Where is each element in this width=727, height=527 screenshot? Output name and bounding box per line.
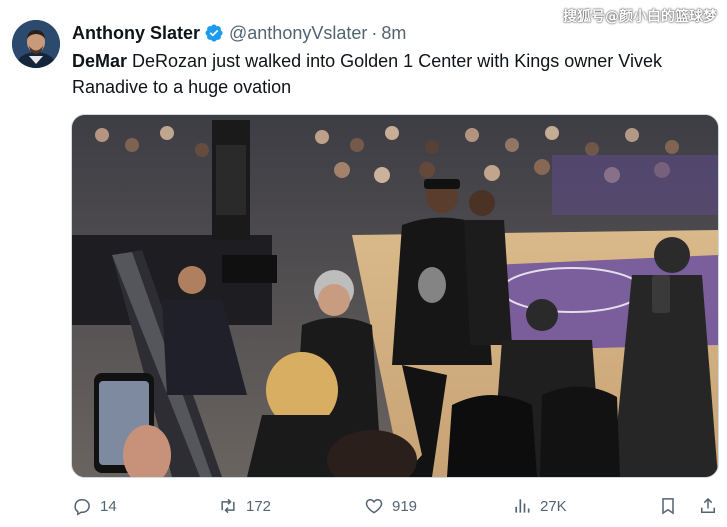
watermark: 搜狐号@颜小白的篮球梦 (563, 9, 717, 25)
tweet-media-image[interactable] (71, 114, 719, 478)
tweet-header: Anthony Slater @anthonyVslater · 8m (72, 21, 406, 45)
avatar-image (12, 20, 60, 68)
reply-button[interactable]: 14 (72, 492, 117, 520)
retweet-icon (221, 498, 235, 514)
avatar[interactable] (12, 20, 60, 68)
views-button[interactable]: 27K (512, 492, 567, 520)
retweet-button[interactable]: 172 (218, 492, 271, 520)
like-count: 919 (392, 497, 418, 515)
author-name[interactable]: Anthony Slater (72, 23, 200, 44)
retweet-count: 172 (246, 497, 272, 515)
tweet-text-bold: DeMar (72, 51, 128, 71)
heart-icon (365, 498, 383, 514)
reply-icon (74, 499, 90, 516)
views-icon (515, 499, 530, 513)
author-handle[interactable]: @anthonyVslater (229, 23, 367, 44)
verified-badge-icon (205, 24, 223, 42)
share-icon (701, 497, 715, 513)
tweet-actions-bar: 14 172 919 27K (72, 492, 720, 520)
view-count: 27K (540, 497, 567, 515)
tweet-text-body: DeRozan just walked into Golden 1 Center… (72, 51, 662, 97)
tweet-text: DeMar DeRozan just walked into Golden 1 … (72, 48, 712, 100)
share-button[interactable] (698, 492, 726, 520)
reply-count: 14 (100, 497, 117, 515)
like-button[interactable]: 919 (364, 492, 417, 520)
bookmark-icon (662, 498, 674, 515)
bookmark-button[interactable] (658, 492, 686, 520)
separator-dot: · (371, 22, 378, 43)
tweet-timestamp[interactable]: 8m (381, 23, 406, 44)
arena-photo (72, 115, 718, 477)
